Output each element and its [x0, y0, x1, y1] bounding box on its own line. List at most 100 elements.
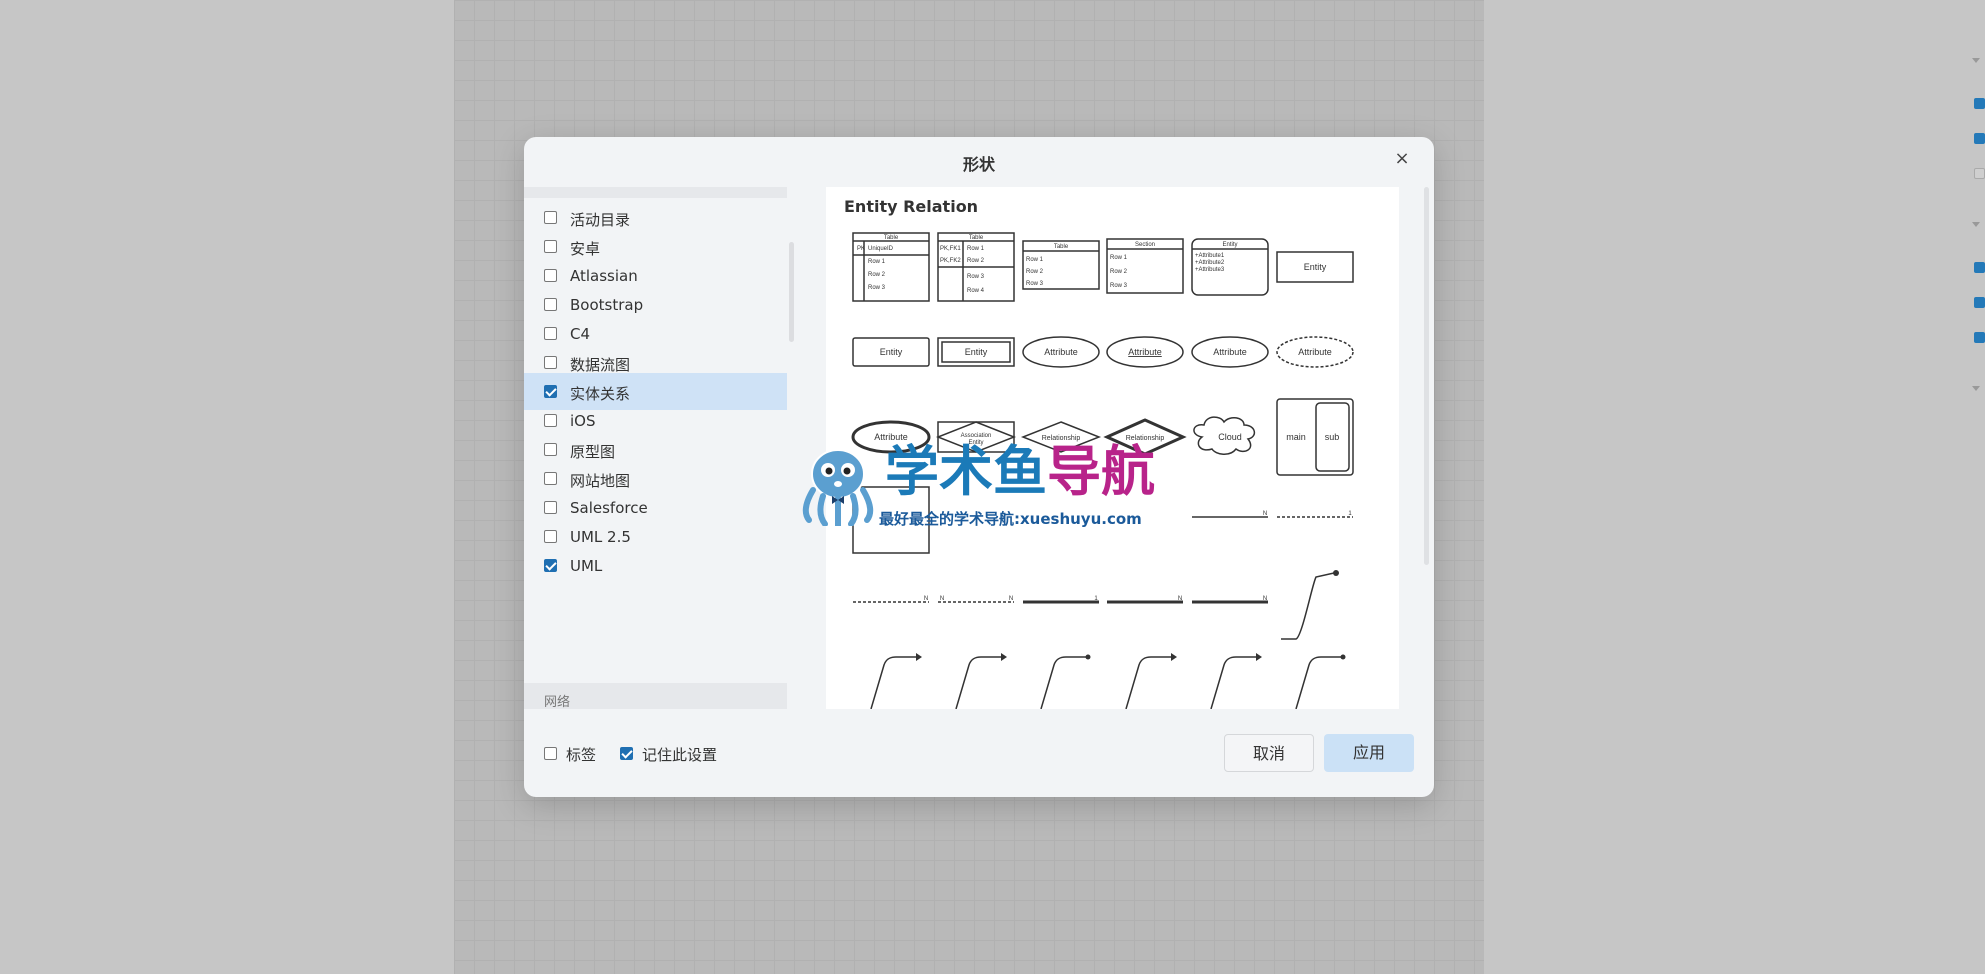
shape-curved-connector[interactable] [1281, 572, 1335, 640]
collapse-arrow-icon[interactable] [1972, 222, 1980, 227]
collapse-arrow-icon[interactable] [1972, 386, 1980, 391]
category-checkbox[interactable] [544, 385, 557, 398]
category-label: 数据流图 [570, 356, 631, 374]
panel-checkbox[interactable] [1974, 98, 1985, 109]
tags-checkbox-box[interactable] [544, 747, 557, 760]
panel-checkbox[interactable] [1974, 262, 1985, 273]
row-label: Row 3 [868, 285, 886, 291]
table-header-label: Table [884, 235, 899, 241]
category-label: UML [570, 557, 603, 575]
cardinality-label: N [1009, 596, 1013, 602]
main-label: main [1286, 432, 1306, 442]
row-label: Row 1 [868, 259, 886, 265]
watermark-title-part2: 导航 [1047, 440, 1155, 503]
shape-curved-connector[interactable] [1295, 656, 1341, 709]
right-panel-edge [1960, 0, 1985, 974]
row-label: Row 3 [1026, 281, 1044, 287]
preview-scrollbar[interactable] [1424, 187, 1429, 565]
unique-id-label: UniqueID [868, 246, 894, 252]
watermark-title: 学术鱼导航 [885, 442, 1155, 502]
category-checkbox[interactable] [544, 211, 557, 224]
entity-label: Entity [1304, 262, 1327, 272]
key-attribute-label: Attribute [1128, 347, 1162, 357]
row-label: Row 1 [967, 246, 985, 252]
attribute-label: Attribute [1044, 347, 1078, 357]
entity-label: Entity [880, 347, 903, 357]
category-label: 原型图 [570, 443, 616, 461]
category-checkbox[interactable] [544, 559, 557, 572]
category-label: iOS [570, 412, 596, 430]
category-label: Atlassian [570, 267, 638, 285]
group-header-network: 网络 [524, 683, 787, 709]
group-header [524, 187, 787, 198]
group-label: 网络 [544, 695, 571, 709]
category-label: UML 2.5 [570, 528, 631, 546]
shape-curved-connector[interactable] [1210, 656, 1256, 709]
shape-table-pk[interactable] [852, 232, 930, 302]
watermark: 学术鱼导航 最好最全的学术导航:xueshuyu.com [795, 440, 1195, 530]
watermark-title-part1: 学术鱼 [885, 440, 1047, 503]
category-checkbox[interactable] [544, 530, 557, 543]
category-checkbox[interactable] [544, 472, 557, 485]
panel-checkbox[interactable] [1974, 332, 1985, 343]
section-label: Section [1135, 242, 1155, 248]
category-label: C4 [570, 325, 591, 343]
shape-curved-connector[interactable] [1125, 656, 1171, 709]
category-checkbox[interactable] [544, 298, 557, 311]
cardinality-label: N [1263, 511, 1267, 517]
cardinality-label: N [1263, 596, 1267, 602]
cloud-label: Cloud [1218, 432, 1242, 442]
shape-curved-connector[interactable] [870, 656, 916, 709]
collapse-arrow-icon[interactable] [1972, 58, 1980, 63]
association-label: Association [961, 433, 992, 439]
shape-curved-connector[interactable] [955, 656, 1001, 709]
row-label: Row 3 [967, 274, 985, 280]
dialog-title: 形状 [962, 155, 995, 174]
cardinality-label: N [1178, 596, 1182, 602]
entity-label: Entity [965, 347, 988, 357]
watermark-subtitle: 最好最全的学术导航:xueshuyu.com [879, 510, 1142, 528]
tags-label: 标签 [566, 746, 597, 764]
attribute-label: Attribute [1213, 347, 1247, 357]
panel-checkbox[interactable] [1974, 297, 1985, 308]
category-checkbox[interactable] [544, 269, 557, 282]
category-checkbox[interactable] [544, 240, 557, 253]
cardinality-label: 1 [1348, 511, 1352, 517]
pk-label: PK [857, 246, 865, 252]
category-label: Bootstrap [570, 296, 644, 314]
category-label: 活动目录 [570, 211, 631, 229]
remember-label: 记住此设置 [642, 746, 718, 764]
shape-category-list[interactable]: 活动目录安卓 Atlassian Bootstrap C4 数据流图实体关系 iOS 原型图… [524, 187, 787, 709]
row-label: Row 3 [1110, 283, 1128, 289]
apply-button[interactable]: 应用 [1324, 734, 1414, 772]
row-label: Row 2 [967, 258, 985, 264]
cancel-button[interactable]: 取消 [1224, 734, 1314, 772]
table-header-label: Table [1054, 244, 1069, 250]
attr-label: +Attribute1 [1195, 253, 1225, 259]
category-label: 网站地图 [570, 472, 631, 490]
category-checkbox[interactable] [544, 414, 557, 427]
octopus-mascot-icon [802, 449, 874, 526]
table-header-label: Table [969, 235, 984, 241]
category-item[interactable]: UML [524, 547, 787, 584]
category-checkbox[interactable] [544, 443, 557, 456]
remember-checkbox-box[interactable] [620, 747, 633, 760]
category-checkbox[interactable] [544, 327, 557, 340]
row-label: Row 2 [1110, 269, 1128, 275]
list-scrollbar[interactable] [789, 242, 794, 342]
cardinality-label: N [940, 596, 944, 602]
panel-checkbox[interactable] [1974, 133, 1985, 144]
close-icon[interactable]: × [1392, 149, 1412, 169]
row-label: Row 1 [1110, 255, 1128, 261]
sub-label: sub [1325, 432, 1340, 442]
category-checkbox[interactable] [544, 501, 557, 514]
shape-curved-connector[interactable] [1040, 656, 1086, 709]
panel-checkbox[interactable] [1974, 168, 1985, 179]
row-label: Row 4 [967, 288, 985, 294]
category-label: 实体关系 [570, 385, 631, 403]
row-label: Row 2 [1026, 269, 1044, 275]
attribute-label: Attribute [1298, 347, 1332, 357]
category-label: 安卓 [570, 240, 601, 258]
category-checkbox[interactable] [544, 356, 557, 369]
attr-label: +Attribute3 [1195, 267, 1225, 273]
